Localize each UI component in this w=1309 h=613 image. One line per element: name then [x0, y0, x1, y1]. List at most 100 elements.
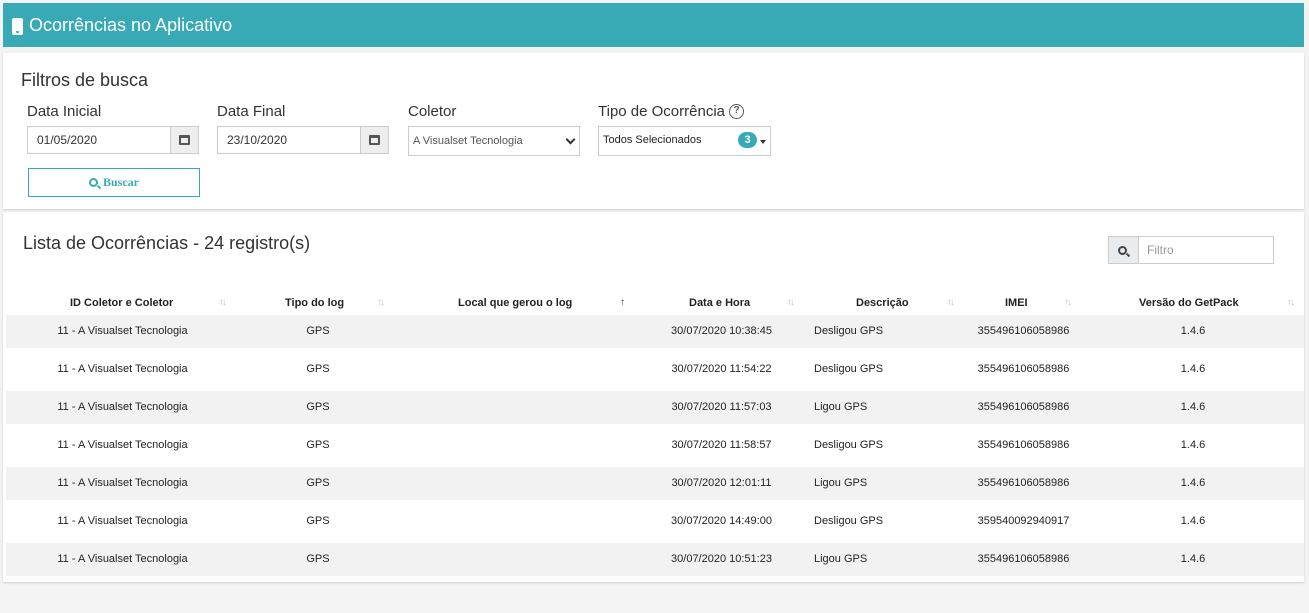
cell-versao: 1.4.6 [1180, 439, 1206, 451]
sort-icon[interactable]: ↑↓ [377, 292, 385, 314]
data-inicial-value[interactable]: 01/05/2020 [28, 127, 170, 153]
cell-tipo-log: GPS [306, 553, 330, 565]
cell-descricao: Desligou GPS [814, 515, 884, 527]
cell-tipo-log: GPS [306, 325, 330, 337]
column-header-descricao[interactable]: Descrição ↑↓ [805, 292, 965, 314]
cell-id-coletor: 11 - A Visualset Tecnologia [57, 325, 188, 337]
table-row[interactable]: 11 - A Visualset Tecnologia GPS 30/07/2020… [6, 353, 1304, 386]
coletor-select[interactable]: A Visualset Tecnologia [408, 126, 580, 156]
table-filter-search-button[interactable] [1108, 236, 1139, 264]
caret-down-icon [760, 140, 766, 144]
phone-icon [12, 17, 23, 35]
table-row[interactable]: 11 - A Visualset Tecnologia GPS 30/07/2020… [6, 391, 1304, 424]
cell-id-coletor: 11 - A Visualset Tecnologia [57, 515, 188, 527]
list-title: Lista de Ocorrências - 24 registro(s) [23, 233, 311, 253]
cell-descricao: Ligou GPS [814, 477, 868, 489]
column-header-imei[interactable]: IMEI ↑↓ [965, 292, 1082, 314]
table-row[interactable]: 11 - A Visualset Tecnologia GPS 30/07/2020… [6, 429, 1304, 462]
cell-versao: 1.4.6 [1180, 553, 1206, 565]
data-inicial-field[interactable]: 01/05/2020 [27, 126, 199, 154]
tipo-ocorrencia-label: Tipo de Ocorrência [598, 103, 726, 120]
sort-icon[interactable]: ↑↓ [1287, 292, 1295, 314]
cell-versao: 1.4.6 [1180, 401, 1206, 413]
column-header-data-hora[interactable]: Data e Hora ↑↓ [638, 292, 805, 314]
sort-icon[interactable]: ↑↓ [1064, 292, 1072, 314]
cell-id-coletor: 11 - A Visualset Tecnologia [57, 401, 188, 413]
buscar-button-label: Buscar [103, 175, 139, 189]
data-final-calendar-button[interactable] [360, 127, 388, 153]
table-row[interactable]: 11 - A Visualset Tecnologia GPS 30/07/2020… [6, 315, 1304, 348]
table-filter: Filtro [1108, 236, 1274, 264]
cell-id-coletor: 11 - A Visualset Tecnologia [57, 439, 188, 451]
cell-data-hora: 30/07/2020 10:51:23 [671, 553, 772, 565]
column-header-label: Versão do GetPack [1139, 297, 1239, 309]
data-final-label: Data Final [217, 103, 286, 120]
search-icon [1118, 245, 1127, 255]
cell-local [397, 543, 638, 576]
page-title: Ocorrências no Aplicativo [29, 14, 233, 35]
tipo-ocorrencia-multiselect[interactable]: Todos Selecionados 3 [598, 126, 771, 156]
cell-imei: 355496106058986 [977, 439, 1070, 451]
cell-local [397, 315, 638, 348]
table-row[interactable]: 11 - A Visualset Tecnologia GPS 30/07/2020… [6, 467, 1304, 500]
data-final-field[interactable]: 23/10/2020 [217, 126, 389, 154]
cell-descricao: Desligou GPS [814, 363, 884, 375]
selected-count-badge: 3 [738, 132, 757, 148]
cell-descricao: Ligou GPS [814, 553, 868, 565]
sort-icon[interactable]: ↑↓ [947, 292, 955, 314]
cell-id-coletor: 11 - A Visualset Tecnologia [57, 363, 188, 375]
cell-versao: 1.4.6 [1180, 325, 1206, 337]
column-header-versao[interactable]: Versão do GetPack ↑↓ [1082, 292, 1304, 314]
cell-imei: 355496106058986 [977, 363, 1070, 375]
calendar-icon [179, 135, 190, 145]
cell-local [397, 467, 638, 500]
filters-panel: Filtros de busca Data Inicial 01/05/2020… [3, 53, 1304, 209]
cell-data-hora: 30/07/2020 11:58:57 [671, 439, 772, 451]
cell-local [397, 391, 638, 424]
data-final-value[interactable]: 23/10/2020 [218, 127, 360, 153]
table-row[interactable]: 11 - A Visualset Tecnologia GPS 30/07/2020… [6, 505, 1304, 538]
cell-versao: 1.4.6 [1180, 477, 1206, 489]
cell-id-coletor: 11 - A Visualset Tecnologia [57, 477, 188, 489]
cell-descricao: Desligou GPS [814, 325, 884, 337]
column-header-label: Descrição [856, 297, 909, 309]
column-header-tipo-log[interactable]: Tipo do log ↑↓ [239, 292, 397, 314]
cell-imei: 355496106058986 [977, 325, 1070, 337]
column-header-local[interactable]: Local que gerou o log ↑ [397, 292, 638, 314]
table-filter-input[interactable]: Filtro [1139, 236, 1274, 264]
column-header-label: Tipo do log [285, 297, 345, 309]
cell-tipo-log: GPS [306, 515, 330, 527]
column-header-label: Local que gerou o log [458, 297, 573, 309]
buscar-button[interactable]: Buscar [28, 168, 200, 197]
chevron-down-icon [565, 134, 576, 145]
cell-local [397, 429, 638, 462]
cell-imei: 359540092940917 [977, 515, 1070, 527]
sort-icon[interactable]: ↑ [620, 292, 625, 314]
cell-data-hora: 30/07/2020 11:57:03 [671, 401, 772, 413]
cell-data-hora: 30/07/2020 12:01:11 [671, 477, 772, 489]
cell-versao: 1.4.6 [1180, 363, 1206, 375]
cell-local [397, 353, 638, 386]
coletor-label: Coletor [408, 103, 457, 120]
data-inicial-calendar-button[interactable] [170, 127, 198, 153]
cell-tipo-log: GPS [306, 401, 330, 413]
sort-icon[interactable]: ↑↓ [787, 292, 795, 314]
cell-descricao: Ligou GPS [814, 401, 868, 413]
cell-imei: 355496106058986 [977, 477, 1070, 489]
cell-data-hora: 30/07/2020 11:54:22 [671, 363, 772, 375]
cell-versao: 1.4.6 [1180, 515, 1206, 527]
page-header: Ocorrências no Aplicativo [3, 3, 1304, 47]
cell-tipo-log: GPS [306, 439, 330, 451]
sort-icon[interactable]: ↑↓ [219, 292, 227, 314]
cell-imei: 355496106058986 [977, 553, 1070, 565]
table-header: ID Coletor e Coletor ↑↓ Tipo do log ↑↓ L… [6, 292, 1304, 314]
cell-local [397, 505, 638, 538]
cell-tipo-log: GPS [306, 477, 330, 489]
search-icon [89, 178, 98, 187]
cell-imei: 355496106058986 [977, 401, 1070, 413]
data-inicial-label: Data Inicial [27, 103, 102, 120]
table-row[interactable]: 11 - A Visualset Tecnologia GPS 30/07/2020… [6, 543, 1304, 576]
help-icon[interactable]: ? [729, 104, 744, 119]
cell-data-hora: 30/07/2020 10:38:45 [671, 325, 772, 337]
column-header-id-coletor[interactable]: ID Coletor e Coletor ↑↓ [6, 292, 239, 314]
